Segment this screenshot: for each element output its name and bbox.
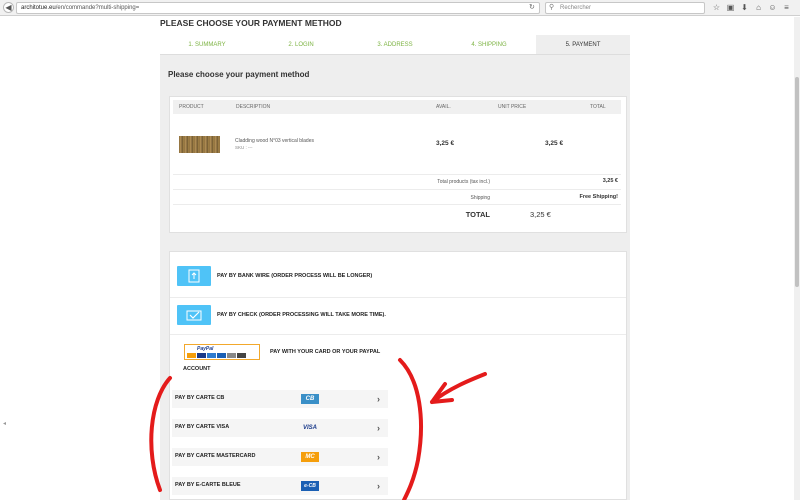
shipping-label: Shipping	[470, 195, 490, 201]
cart-summary-card	[169, 96, 627, 233]
browser-search-input[interactable]: ⚲ Rechercher	[545, 2, 705, 14]
divider	[170, 297, 626, 298]
panel-title: Please choose your payment method	[168, 70, 310, 79]
url-host: architotue.eu	[21, 5, 56, 11]
search-placeholder: Rechercher	[560, 5, 592, 11]
total-products-value: 3,25 €	[602, 178, 618, 184]
step-summary[interactable]: 1. SUMMARY	[160, 35, 254, 54]
product-avail-price: 3,25 €	[436, 140, 455, 147]
annotation-arrow-icon	[430, 372, 487, 404]
search-icon: ⚲	[549, 4, 555, 11]
bank-wire-button[interactable]	[177, 266, 211, 286]
step-payment: 5. PAYMENT	[536, 35, 630, 54]
bank-wire-label[interactable]: PAY BY BANK WIRE (ORDER PROCESS WILL BE …	[217, 273, 372, 279]
header-total: TOTAL	[590, 104, 606, 110]
annotation-circle-icon	[149, 358, 487, 500]
scrollbar-thumb[interactable]	[795, 77, 799, 287]
total-value: 3,25 €	[530, 210, 551, 219]
chat-icon[interactable]: ☺	[767, 2, 778, 14]
divider	[173, 189, 621, 190]
browser-toolbar: ◀ architotue.eu/en/commande?multi-shippi…	[0, 0, 800, 16]
star-icon[interactable]: ☆	[711, 2, 722, 14]
download-icon[interactable]: ⬇	[739, 2, 750, 14]
product-sku: SKU : ---	[235, 145, 253, 150]
scrollbar[interactable]	[794, 17, 800, 500]
divider	[173, 204, 621, 205]
shipping-value: Free Shipping!	[579, 194, 619, 200]
divider	[170, 334, 626, 335]
header-description: DESCRIPTION	[236, 104, 271, 110]
left-edge-marker-icon: ◂	[3, 421, 7, 427]
url-bar[interactable]: architotue.eu/en/commande?multi-shipping…	[16, 2, 540, 14]
step-shipping[interactable]: 4. SHIPPING	[442, 35, 536, 54]
product-thumbnail[interactable]	[179, 136, 220, 153]
divider	[173, 174, 621, 175]
header-unit-price: UNIT PRICE	[498, 104, 527, 110]
checkout-steps: 1. SUMMARY 2. LOGIN 3. ADDRESS 4. SHIPPI…	[160, 35, 630, 55]
product-description[interactable]: Cladding wood N°03 vertical blades	[235, 138, 314, 144]
reading-list-icon[interactable]: ▣	[725, 2, 736, 14]
step-address[interactable]: 3. ADDRESS	[348, 35, 442, 54]
step-login[interactable]: 2. LOGIN	[254, 35, 348, 54]
total-products-label: Total products (tax incl.)	[437, 179, 490, 185]
header-product: PRODUCT	[179, 104, 204, 110]
check-icon	[186, 310, 202, 321]
home-icon[interactable]: ⌂	[753, 2, 764, 14]
menu-icon[interactable]: ≡	[781, 2, 792, 14]
page-title: PLEASE CHOOSE YOUR PAYMENT METHOD	[160, 18, 342, 28]
header-avail: AVAIL.	[436, 104, 451, 110]
check-button[interactable]	[177, 305, 211, 325]
product-unit-price: 3,25 €	[545, 140, 564, 147]
back-icon[interactable]: ◀	[3, 2, 14, 13]
reload-icon[interactable]: ↻	[529, 2, 535, 14]
total-label: TOTAL	[465, 210, 490, 219]
check-label[interactable]: PAY BY CHECK (ORDER PROCESSING WILL TAKE…	[217, 312, 386, 318]
bank-wire-icon	[188, 269, 200, 283]
url-path: /en/commande?multi-shipping=	[55, 5, 140, 11]
